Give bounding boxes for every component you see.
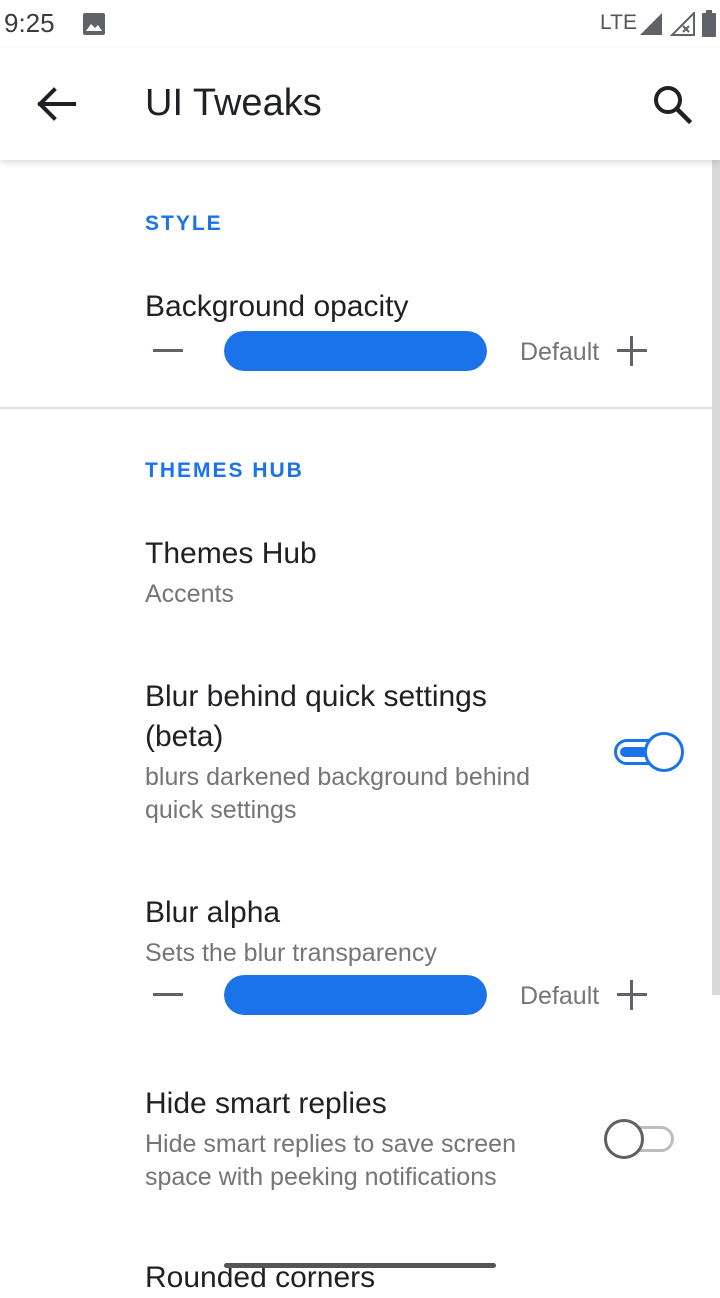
hide-smart-replies-summary-line2: space with peeking notifications — [145, 1163, 497, 1191]
section-header-themes-hub: THEMES HUB — [145, 459, 304, 482]
toggle-thumb — [604, 1119, 644, 1159]
blur-quick-settings-summary-line1: blurs darkened background behind — [145, 763, 530, 791]
scrollbar[interactable] — [712, 160, 720, 995]
background-opacity-title: Background opacity — [145, 290, 409, 323]
blur-alpha-summary: Sets the blur transparency — [145, 939, 437, 967]
themes-hub-summary: Accents — [145, 580, 234, 608]
section-divider — [0, 407, 712, 409]
gesture-navigation-bar[interactable] — [224, 1263, 496, 1268]
signal-icon — [640, 13, 662, 35]
blur-alpha-slider-fill — [224, 975, 487, 1015]
blur-alpha-title: Blur alpha — [145, 896, 281, 929]
back-button[interactable] — [30, 82, 82, 126]
background-opacity-default-label[interactable]: Default — [520, 338, 599, 367]
search-button[interactable] — [648, 80, 696, 128]
app-bar: UI Tweaks — [0, 48, 720, 160]
toggle-thumb — [644, 732, 684, 772]
blur-alpha-decrease-button[interactable] — [150, 977, 186, 1013]
blur-alpha-default-label[interactable]: Default — [520, 982, 599, 1011]
blur-quick-settings-summary-line2: quick settings — [145, 796, 297, 824]
status-time: 9:25 — [4, 8, 55, 38]
background-opacity-slider[interactable] — [224, 331, 487, 371]
page-title: UI Tweaks — [145, 82, 322, 124]
section-header-style: STYLE — [145, 212, 223, 235]
hide-smart-replies-title: Hide smart replies — [145, 1087, 387, 1120]
status-bar: 9:25 LTE — [0, 0, 720, 48]
background-opacity-increase-button[interactable] — [614, 333, 650, 369]
search-icon — [654, 86, 693, 125]
network-type-label: LTE — [600, 11, 637, 34]
blur-alpha-increase-button[interactable] — [614, 977, 650, 1013]
hide-smart-replies-toggle[interactable] — [604, 1119, 680, 1159]
blur-alpha-slider[interactable] — [224, 975, 487, 1015]
hide-smart-replies-summary-line1: Hide smart replies to save screen — [145, 1130, 516, 1158]
blur-quick-settings-title-line2: (beta) — [145, 720, 224, 753]
background-opacity-decrease-button[interactable] — [150, 333, 186, 369]
background-opacity-slider-fill — [224, 331, 487, 371]
blur-quick-settings-toggle[interactable] — [610, 732, 686, 772]
battery-icon — [702, 10, 716, 37]
blur-quick-settings-title-line1: Blur behind quick settings — [145, 680, 487, 713]
arrow-back-icon — [37, 87, 76, 121]
signal-no-service-icon — [670, 12, 695, 36]
image-icon — [83, 13, 105, 35]
themes-hub-title: Themes Hub — [145, 537, 317, 570]
